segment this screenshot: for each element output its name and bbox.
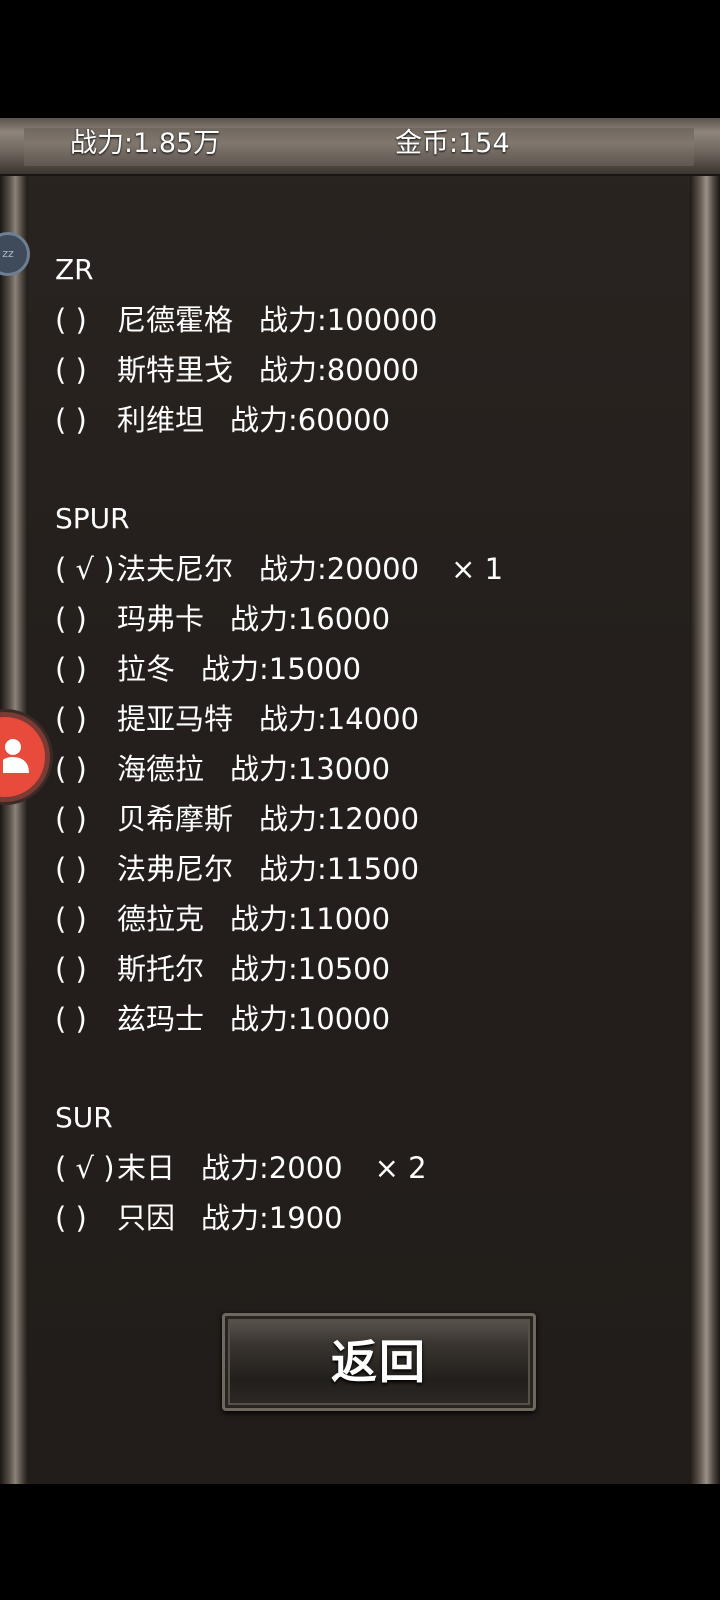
list-item[interactable]: ( √ ) 法夫尼尔 战力: 20000 × 1 bbox=[55, 544, 503, 594]
unit-name: 提亚马特 bbox=[117, 702, 234, 736]
combat-power-total: 战力:1.85万 bbox=[70, 128, 221, 159]
selection-checkbox[interactable]: ( ) bbox=[55, 694, 117, 744]
power-label: 战力: bbox=[259, 353, 327, 387]
unit-name: 末日 bbox=[117, 1151, 176, 1185]
power-label: 战力: bbox=[201, 1201, 269, 1235]
unit-name: 德拉克 bbox=[117, 902, 205, 936]
unit-name: 法夫尼尔 bbox=[117, 552, 234, 586]
selection-checkbox[interactable]: ( ) bbox=[55, 594, 117, 644]
power-label: 战力: bbox=[230, 952, 298, 986]
power-value: 1900 bbox=[268, 1201, 343, 1235]
power-value: 10500 bbox=[297, 952, 391, 986]
power-value: 100000 bbox=[326, 303, 438, 337]
power-label: 战力: bbox=[259, 802, 327, 836]
power-value: 12000 bbox=[326, 802, 420, 836]
quantity-multiplier: × 2 bbox=[374, 1151, 427, 1185]
list-item[interactable]: ( ) 只因 战力: 1900 bbox=[55, 1193, 503, 1243]
power-label: 战力: bbox=[201, 1151, 269, 1185]
unit-name: 尼德霍格 bbox=[117, 303, 234, 337]
unit-name: 兹玛士 bbox=[117, 1002, 205, 1036]
list-item[interactable]: ( ) 斯托尔 战力: 10500 bbox=[55, 944, 503, 994]
power-value: 14000 bbox=[326, 702, 420, 736]
power-label: 战力: bbox=[259, 852, 327, 886]
frame-right bbox=[690, 118, 720, 1484]
quantity-multiplier: × 1 bbox=[451, 552, 504, 586]
list-item[interactable]: ( ) 拉冬 战力: 15000 bbox=[55, 644, 503, 694]
unit-list: ZR ( ) 尼德霍格 战力: 100000 ( ) 斯特里戈 战力: 8000… bbox=[55, 245, 503, 1243]
user-icon bbox=[3, 739, 29, 773]
unit-name: 利维坦 bbox=[117, 403, 205, 437]
selection-checkbox[interactable]: ( ) bbox=[55, 395, 117, 445]
unit-name: 斯特里戈 bbox=[117, 353, 234, 387]
list-item[interactable]: ( ) 斯特里戈 战力: 80000 bbox=[55, 345, 503, 395]
section-title-spur: SPUR bbox=[55, 502, 130, 535]
list-item[interactable]: ( ) 玛弗卡 战力: 16000 bbox=[55, 594, 503, 644]
list-item[interactable]: ( ) 德拉克 战力: 11000 bbox=[55, 894, 503, 944]
unit-name: 贝希摩斯 bbox=[117, 802, 234, 836]
power-label: 战力: bbox=[259, 552, 327, 586]
list-item[interactable]: ( ) 提亚马特 战力: 14000 bbox=[55, 694, 503, 744]
power-value: 2000 bbox=[268, 1151, 343, 1185]
selection-checkbox[interactable]: ( ) bbox=[55, 295, 117, 345]
selection-checkbox[interactable]: ( ) bbox=[55, 1193, 117, 1243]
power-label: 战力: bbox=[230, 902, 298, 936]
list-item[interactable]: ( ) 贝希摩斯 战力: 12000 bbox=[55, 794, 503, 844]
selection-checkbox[interactable]: ( ) bbox=[55, 744, 117, 794]
unit-name: 斯托尔 bbox=[117, 952, 205, 986]
selection-checkbox[interactable]: ( √ ) bbox=[55, 544, 117, 594]
power-label: 战力: bbox=[230, 403, 298, 437]
power-label: 战力: bbox=[259, 303, 327, 337]
unit-name: 只因 bbox=[117, 1201, 176, 1235]
power-value: 20000 bbox=[326, 552, 420, 586]
unit-name: 玛弗卡 bbox=[117, 602, 205, 636]
list-item[interactable]: ( ) 尼德霍格 战力: 100000 bbox=[55, 295, 503, 345]
power-value: 10000 bbox=[297, 1002, 391, 1036]
selection-checkbox[interactable]: ( ) bbox=[55, 994, 117, 1044]
selection-checkbox[interactable]: ( ) bbox=[55, 345, 117, 395]
power-value: 15000 bbox=[268, 652, 362, 686]
power-label: 战力: bbox=[230, 752, 298, 786]
selection-checkbox[interactable]: ( ) bbox=[55, 944, 117, 994]
selection-checkbox[interactable]: ( √ ) bbox=[55, 1143, 117, 1193]
gold-count: 金币:154 bbox=[395, 128, 510, 159]
back-button-label: 返回 bbox=[331, 1335, 427, 1389]
list-item[interactable]: ( ) 法弗尼尔 战力: 11500 bbox=[55, 844, 503, 894]
list-item[interactable]: ( √ ) 末日 战力: 2000 × 2 bbox=[55, 1143, 503, 1193]
selection-checkbox[interactable]: ( ) bbox=[55, 794, 117, 844]
power-value: 80000 bbox=[326, 353, 420, 387]
section-title-zr: ZR bbox=[55, 253, 94, 286]
unit-name: 法弗尼尔 bbox=[117, 852, 234, 886]
back-button[interactable]: 返回 bbox=[222, 1313, 536, 1411]
power-label: 战力: bbox=[230, 1002, 298, 1036]
selection-checkbox[interactable]: ( ) bbox=[55, 644, 117, 694]
unit-name: 拉冬 bbox=[117, 652, 176, 686]
power-value: 60000 bbox=[297, 403, 391, 437]
section-title-sur: SUR bbox=[55, 1101, 113, 1134]
power-label: 战力: bbox=[230, 602, 298, 636]
power-value: 11000 bbox=[297, 902, 391, 936]
list-item[interactable]: ( ) 海德拉 战力: 13000 bbox=[55, 744, 503, 794]
selection-checkbox[interactable]: ( ) bbox=[55, 894, 117, 944]
selection-checkbox[interactable]: ( ) bbox=[55, 844, 117, 894]
power-value: 11500 bbox=[326, 852, 420, 886]
power-value: 16000 bbox=[297, 602, 391, 636]
list-item[interactable]: ( ) 利维坦 战力: 60000 bbox=[55, 395, 503, 445]
power-label: 战力: bbox=[201, 652, 269, 686]
list-item[interactable]: ( ) 兹玛士 战力: 10000 bbox=[55, 994, 503, 1044]
game-screen: 战力:1.85万 金币:154 ZR ( ) 尼德霍格 战力: 100000 (… bbox=[0, 0, 720, 1600]
power-label: 战力: bbox=[259, 702, 327, 736]
unit-name: 海德拉 bbox=[117, 752, 205, 786]
power-value: 13000 bbox=[297, 752, 391, 786]
